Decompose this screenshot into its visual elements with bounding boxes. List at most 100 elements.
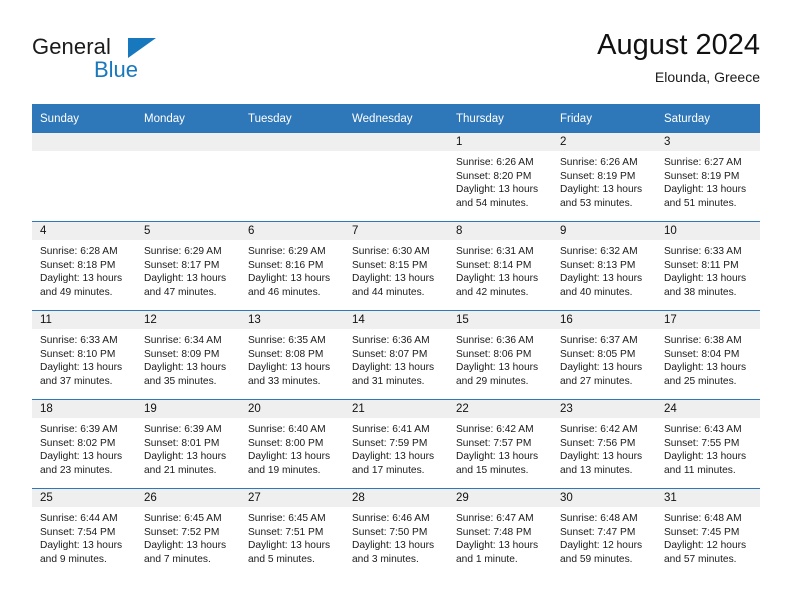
day-number: 18: [32, 400, 136, 418]
daylight-duration-line2: and 21 minutes.: [144, 464, 217, 476]
daylight-duration-line1: Daylight: 13 hours: [352, 273, 435, 285]
day-details: Sunrise: 6:45 AM Sunset: 7:52 PM Daylight:…: [136, 507, 240, 566]
sunrise-time: Sunrise: 6:47 AM: [456, 513, 534, 524]
day-details: Sunrise: 6:39 AM Sunset: 8:02 PM Daylight:…: [32, 418, 136, 477]
day-number: 29: [448, 489, 552, 507]
calendar-day-cell[interactable]: 4 Sunrise: 6:28 AM Sunset: 8:18 PM Daylight…: [32, 221, 136, 311]
sunrise-time: Sunrise: 6:45 AM: [248, 513, 326, 524]
calendar-day-cell[interactable]: 3 Sunrise: 6:27 AM Sunset: 8:19 PM Daylight…: [656, 133, 760, 222]
calendar-day-cell[interactable]: 5 Sunrise: 6:29 AM Sunset: 8:17 PM Daylight…: [136, 221, 240, 311]
sunrise-time: Sunrise: 6:38 AM: [664, 335, 742, 346]
sunrise-time: Sunrise: 6:30 AM: [352, 246, 430, 257]
calendar-day-cell[interactable]: 1 Sunrise: 6:26 AM Sunset: 8:20 PM Daylight…: [448, 133, 552, 222]
daylight-duration-line2: and 53 minutes.: [560, 197, 633, 209]
sunrise-time: Sunrise: 6:45 AM: [144, 513, 222, 524]
daylight-duration-line2: and 38 minutes.: [664, 286, 737, 298]
day-details: Sunrise: 6:40 AM Sunset: 8:00 PM Daylight:…: [240, 418, 344, 477]
calendar-day-cell[interactable]: 6 Sunrise: 6:29 AM Sunset: 8:16 PM Daylight…: [240, 221, 344, 311]
daylight-duration-line1: Daylight: 13 hours: [144, 451, 227, 463]
sunset-time: Sunset: 7:59 PM: [352, 437, 428, 449]
day-number: 19: [136, 400, 240, 418]
day-details: Sunrise: 6:35 AM Sunset: 8:08 PM Daylight:…: [240, 329, 344, 388]
daylight-duration-line2: and 5 minutes.: [248, 553, 315, 565]
day-number: 25: [32, 489, 136, 507]
daylight-duration-line2: and 11 minutes.: [664, 464, 736, 476]
calendar-day-cell[interactable]: 28 Sunrise: 6:46 AM Sunset: 7:50 PM Dayligh…: [344, 488, 448, 577]
weekday-header-wednesday: Wednesday: [344, 104, 448, 133]
calendar-day-cell[interactable]: 27 Sunrise: 6:45 AM Sunset: 7:51 PM Dayligh…: [240, 488, 344, 577]
calendar-day-cell[interactable]: 17 Sunrise: 6:38 AM Sunset: 8:04 PM Dayligh…: [656, 310, 760, 400]
calendar-page: General Blue August 2024 Elounda, Greece…: [0, 0, 792, 612]
calendar-day-cell[interactable]: 14 Sunrise: 6:36 AM Sunset: 8:07 PM Dayligh…: [344, 310, 448, 400]
calendar-day-cell[interactable]: 18 Sunrise: 6:39 AM Sunset: 8:02 PM Dayligh…: [32, 399, 136, 489]
calendar-day-cell[interactable]: 2 Sunrise: 6:26 AM Sunset: 8:19 PM Daylight…: [552, 133, 656, 222]
calendar-day-cell[interactable]: 13 Sunrise: 6:35 AM Sunset: 8:08 PM Dayligh…: [240, 310, 344, 400]
calendar-day-cell-empty: [240, 133, 344, 222]
sunset-time: Sunset: 8:14 PM: [456, 259, 532, 271]
daylight-duration-line2: and 25 minutes.: [664, 375, 737, 387]
daylight-duration-line1: Daylight: 13 hours: [456, 540, 539, 552]
daylight-duration-line1: Daylight: 13 hours: [144, 362, 227, 374]
calendar-day-cell[interactable]: 25 Sunrise: 6:44 AM Sunset: 7:54 PM Dayligh…: [32, 488, 136, 577]
day-details: Sunrise: 6:47 AM Sunset: 7:48 PM Daylight:…: [448, 507, 552, 566]
sunset-time: Sunset: 8:18 PM: [40, 259, 116, 271]
sunset-time: Sunset: 7:51 PM: [248, 526, 324, 538]
daylight-duration-line2: and 23 minutes.: [40, 464, 113, 476]
day-details: Sunrise: 6:38 AM Sunset: 8:04 PM Daylight:…: [656, 329, 760, 388]
calendar-day-cell[interactable]: 9 Sunrise: 6:32 AM Sunset: 8:13 PM Daylight…: [552, 221, 656, 311]
daylight-duration-line2: and 17 minutes.: [352, 464, 425, 476]
calendar-day-cell[interactable]: 8 Sunrise: 6:31 AM Sunset: 8:14 PM Daylight…: [448, 221, 552, 311]
day-number: [32, 133, 136, 151]
calendar-week-row: 11 Sunrise: 6:33 AM Sunset: 8:10 PM Dayligh…: [32, 310, 760, 400]
weekday-header-thursday: Thursday: [448, 104, 552, 133]
sunset-time: Sunset: 8:16 PM: [248, 259, 324, 271]
daylight-duration-line1: Daylight: 13 hours: [352, 362, 435, 374]
calendar-day-cell[interactable]: 19 Sunrise: 6:39 AM Sunset: 8:01 PM Dayligh…: [136, 399, 240, 489]
brand-logo[interactable]: General Blue: [32, 34, 232, 94]
daylight-duration-line1: Daylight: 13 hours: [560, 273, 643, 285]
calendar-day-cell[interactable]: 29 Sunrise: 6:47 AM Sunset: 7:48 PM Dayligh…: [448, 488, 552, 577]
calendar-day-cell[interactable]: 24 Sunrise: 6:43 AM Sunset: 7:55 PM Dayligh…: [656, 399, 760, 489]
sunset-time: Sunset: 8:15 PM: [352, 259, 428, 271]
calendar-week-row: 18 Sunrise: 6:39 AM Sunset: 8:02 PM Dayligh…: [32, 399, 760, 489]
daylight-duration-line1: Daylight: 13 hours: [456, 273, 539, 285]
calendar-day-cell[interactable]: 31 Sunrise: 6:48 AM Sunset: 7:45 PM Dayligh…: [656, 488, 760, 577]
day-number: 5: [136, 222, 240, 240]
daylight-duration-line1: Daylight: 13 hours: [560, 362, 643, 374]
day-number: [344, 133, 448, 151]
daylight-duration-line2: and 59 minutes.: [560, 553, 633, 565]
day-number: 27: [240, 489, 344, 507]
calendar-day-cell[interactable]: 16 Sunrise: 6:37 AM Sunset: 8:05 PM Dayligh…: [552, 310, 656, 400]
sunset-time: Sunset: 8:09 PM: [144, 348, 220, 360]
sunrise-time: Sunrise: 6:48 AM: [664, 513, 742, 524]
daylight-duration-line1: Daylight: 13 hours: [40, 362, 123, 374]
calendar-day-cell[interactable]: 15 Sunrise: 6:36 AM Sunset: 8:06 PM Dayligh…: [448, 310, 552, 400]
sunrise-time: Sunrise: 6:33 AM: [664, 246, 742, 257]
day-number: 22: [448, 400, 552, 418]
calendar-day-cell[interactable]: 10 Sunrise: 6:33 AM Sunset: 8:11 PM Dayligh…: [656, 221, 760, 311]
calendar-day-cell[interactable]: 11 Sunrise: 6:33 AM Sunset: 8:10 PM Dayligh…: [32, 310, 136, 400]
sunrise-time: Sunrise: 6:42 AM: [560, 424, 638, 435]
calendar-day-cell[interactable]: 21 Sunrise: 6:41 AM Sunset: 7:59 PM Dayligh…: [344, 399, 448, 489]
daylight-duration-line1: Daylight: 13 hours: [40, 540, 123, 552]
daylight-duration-line1: Daylight: 13 hours: [40, 451, 123, 463]
day-details: Sunrise: 6:30 AM Sunset: 8:15 PM Daylight:…: [344, 240, 448, 299]
calendar-day-cell[interactable]: 12 Sunrise: 6:34 AM Sunset: 8:09 PM Dayligh…: [136, 310, 240, 400]
day-details: Sunrise: 6:36 AM Sunset: 8:07 PM Daylight:…: [344, 329, 448, 388]
sunset-time: Sunset: 7:45 PM: [664, 526, 740, 538]
sunset-time: Sunset: 7:54 PM: [40, 526, 116, 538]
calendar-day-cell[interactable]: 26 Sunrise: 6:45 AM Sunset: 7:52 PM Dayligh…: [136, 488, 240, 577]
day-details: Sunrise: 6:29 AM Sunset: 8:17 PM Daylight:…: [136, 240, 240, 299]
daylight-duration-line2: and 40 minutes.: [560, 286, 633, 298]
sunset-time: Sunset: 7:52 PM: [144, 526, 220, 538]
day-details: Sunrise: 6:48 AM Sunset: 7:45 PM Daylight:…: [656, 507, 760, 566]
day-number: 14: [344, 311, 448, 329]
day-details: Sunrise: 6:46 AM Sunset: 7:50 PM Daylight:…: [344, 507, 448, 566]
sunrise-time: Sunrise: 6:36 AM: [456, 335, 534, 346]
daylight-duration-line1: Daylight: 13 hours: [456, 362, 539, 374]
calendar-day-cell[interactable]: 22 Sunrise: 6:42 AM Sunset: 7:57 PM Dayligh…: [448, 399, 552, 489]
calendar-day-cell[interactable]: 23 Sunrise: 6:42 AM Sunset: 7:56 PM Dayligh…: [552, 399, 656, 489]
calendar-day-cell[interactable]: 20 Sunrise: 6:40 AM Sunset: 8:00 PM Dayligh…: [240, 399, 344, 489]
calendar-day-cell[interactable]: 30 Sunrise: 6:48 AM Sunset: 7:47 PM Dayligh…: [552, 488, 656, 577]
calendar-day-cell[interactable]: 7 Sunrise: 6:30 AM Sunset: 8:15 PM Daylight…: [344, 221, 448, 311]
